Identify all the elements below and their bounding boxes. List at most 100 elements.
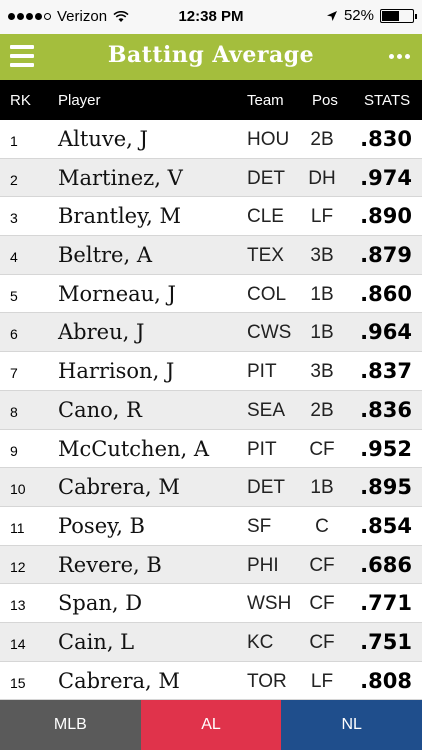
team-cell: SEA xyxy=(247,399,286,421)
table-row[interactable]: 14 Cain, L KC CF .751 xyxy=(0,622,422,662)
team-cell: DET xyxy=(247,477,285,499)
team-cell: PIT xyxy=(247,438,277,460)
position-cell: DH xyxy=(308,167,336,189)
position-cell: LF xyxy=(310,670,334,692)
table-row[interactable]: 1 Altuve, J HOU 2B .830 xyxy=(0,120,422,159)
battery-icon xyxy=(380,8,417,23)
player-name: Posey, B xyxy=(58,513,145,538)
rank-cell: 9 xyxy=(10,442,18,459)
player-name: Harrison, J xyxy=(58,359,175,384)
table-row[interactable]: 2 Martinez, V DET DH .974 xyxy=(0,158,422,198)
player-name: Span, D xyxy=(58,591,143,616)
player-name: Altuve, J xyxy=(58,127,148,151)
stat-value: .751 xyxy=(360,629,412,654)
stat-value: .952 xyxy=(360,436,412,461)
player-name: Martinez, V xyxy=(58,165,183,190)
column-pos: Pos xyxy=(312,92,338,109)
column-player: Player xyxy=(58,92,101,109)
team-cell: TEX xyxy=(247,245,284,267)
location-arrow-icon xyxy=(326,10,337,21)
player-name: Morneau, J xyxy=(58,281,176,306)
player-name: McCutchen, A xyxy=(58,436,210,461)
team-cell: WSH xyxy=(247,593,292,615)
status-right: 52% xyxy=(326,7,417,24)
league-tabs: MLB AL NL xyxy=(0,700,422,750)
stat-value: .860 xyxy=(360,281,412,306)
table-row[interactable]: 4 Beltre, A TEX 3B .879 xyxy=(0,236,422,275)
team-cell: TOR xyxy=(247,670,287,692)
stat-value: .854 xyxy=(360,513,412,538)
status-bar: Verizon 12:38 PM 52% xyxy=(0,0,422,34)
rank-cell: 4 xyxy=(10,249,18,266)
table-row[interactable]: 9 McCutchen, A PIT CF .952 xyxy=(0,430,422,469)
table-row[interactable]: 12 Revere, B PHI CF .686 xyxy=(0,545,422,585)
stat-value: .895 xyxy=(360,475,412,500)
rank-cell: 3 xyxy=(10,210,18,227)
player-name: Revere, B xyxy=(58,552,162,577)
stat-value: .879 xyxy=(360,243,412,268)
table-row[interactable]: 7 Harrison, J PIT 3B .837 xyxy=(0,352,422,391)
stat-value: .836 xyxy=(360,397,412,422)
rank-cell: 10 xyxy=(10,481,26,498)
rank-cell: 2 xyxy=(10,171,18,188)
rank-cell: 8 xyxy=(10,403,18,420)
player-name: Cain, L xyxy=(58,629,135,654)
stat-value: .964 xyxy=(360,320,412,345)
table-row[interactable]: 15 Cabrera, M TOR LF .808 xyxy=(0,662,422,701)
team-cell: KC xyxy=(247,631,274,653)
stats-table: 1 Altuve, J HOU 2B .830 2 Martinez, V DET DH .974… xyxy=(0,120,422,701)
position-cell: CF xyxy=(309,438,335,460)
table-row[interactable]: 3 Brantley, M CLE LF .890 xyxy=(0,197,422,237)
stat-value: .974 xyxy=(360,165,412,190)
position-cell: 2B xyxy=(310,399,334,421)
stat-value: .830 xyxy=(360,127,412,151)
team-cell: PHI xyxy=(247,554,279,576)
team-cell: CLE xyxy=(247,206,284,228)
stat-value: .686 xyxy=(360,552,412,577)
player-name: Cabrera, M xyxy=(58,668,180,693)
position-cell: LF xyxy=(310,206,334,228)
page-title: Batting Average xyxy=(107,42,315,68)
rank-cell: 1 xyxy=(10,133,18,149)
table-header: RK Player Team Pos STATS xyxy=(0,80,422,120)
tab-al[interactable]: AL xyxy=(140,700,282,750)
column-team: Team xyxy=(247,92,284,109)
stat-value: .771 xyxy=(360,591,412,616)
more-options-icon[interactable] xyxy=(389,54,410,59)
player-name: Beltre, A xyxy=(58,243,152,268)
position-cell: 2B xyxy=(310,129,334,150)
team-cell: CWS xyxy=(247,322,292,344)
table-row[interactable]: 6 Abreu, J CWS 1B .964 xyxy=(0,313,422,353)
app-header: Batting Average xyxy=(0,34,422,80)
table-row[interactable]: 5 Morneau, J COL 1B .860 xyxy=(0,275,422,314)
position-cell: CF xyxy=(309,593,335,615)
rank-cell: 7 xyxy=(10,365,18,382)
rank-cell: 6 xyxy=(10,326,18,343)
column-stats: STATS xyxy=(364,92,411,109)
team-cell: PIT xyxy=(247,361,277,383)
team-cell: COL xyxy=(247,283,287,305)
stat-value: .890 xyxy=(360,204,412,229)
rank-cell: 15 xyxy=(10,674,26,691)
position-cell: CF xyxy=(309,631,335,653)
player-name: Abreu, J xyxy=(58,320,145,345)
rank-cell: 12 xyxy=(10,558,26,575)
rank-cell: 13 xyxy=(10,597,26,614)
rank-cell: 14 xyxy=(10,635,26,652)
table-row[interactable]: 8 Cano, R SEA 2B .836 xyxy=(0,390,422,430)
column-rk: RK xyxy=(10,92,31,109)
position-cell: CF xyxy=(309,554,335,576)
player-name: Brantley, M xyxy=(58,204,182,229)
table-row[interactable]: 13 Span, D WSH CF .771 xyxy=(0,584,422,623)
player-name: Cabrera, M xyxy=(58,475,180,500)
tab-mlb[interactable]: MLB xyxy=(0,700,141,750)
tab-nl[interactable]: NL xyxy=(281,700,422,750)
position-cell: 1B xyxy=(310,322,334,344)
position-cell: 1B xyxy=(310,283,334,305)
position-cell: C xyxy=(315,515,329,537)
table-row[interactable]: 11 Posey, B SF C .854 xyxy=(0,507,422,546)
player-name: Cano, R xyxy=(58,397,142,422)
battery-fill xyxy=(382,10,399,21)
rank-cell: 11 xyxy=(10,519,25,536)
table-row[interactable]: 10 Cabrera, M DET 1B .895 xyxy=(0,468,422,507)
